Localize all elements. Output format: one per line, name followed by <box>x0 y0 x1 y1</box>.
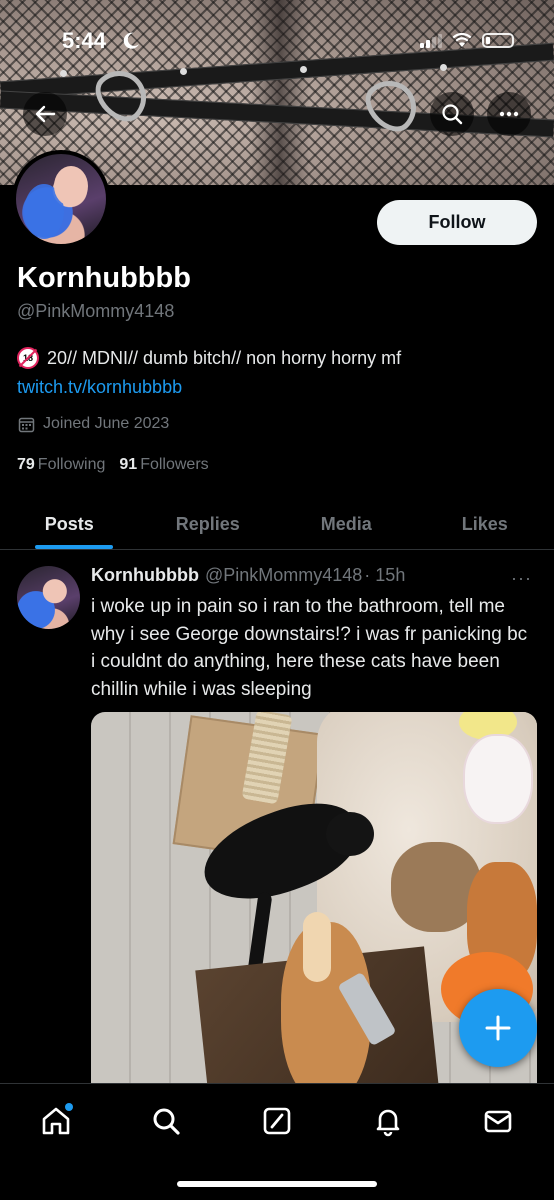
followers-link[interactable]: 91 Followers <box>119 456 208 474</box>
tab-posts[interactable]: Posts <box>0 500 139 549</box>
profile-handle: @PinkMommy4148 <box>17 301 175 321</box>
post-more-button[interactable]: ··· <box>511 568 532 589</box>
profile-avatar[interactable] <box>12 150 110 248</box>
post-author-handle[interactable]: @PinkMommy4148 <box>205 565 362 586</box>
search-icon <box>442 104 463 125</box>
more-icon <box>499 111 519 117</box>
calendar-icon <box>18 417 35 432</box>
profile-link[interactable]: twitch.tv/kornhubbbb <box>17 377 182 398</box>
following-count: 79 <box>17 456 35 473</box>
profile-display-name: Kornhubbbb <box>17 262 191 294</box>
profile-joined: Joined June 2023 <box>18 415 169 433</box>
more-button[interactable] <box>487 92 531 136</box>
moon-icon <box>123 32 139 49</box>
grok-icon <box>263 1107 291 1135</box>
following-label: Following <box>37 456 106 473</box>
notification-dot <box>65 1103 73 1111</box>
nav-notifications[interactable] <box>368 1101 408 1141</box>
wifi-icon <box>452 33 472 47</box>
search-icon <box>153 1108 180 1135</box>
nav-grok[interactable] <box>257 1101 297 1141</box>
profile-stats: 79 Following 91 Followers <box>17 456 209 474</box>
battery-icon <box>482 33 514 48</box>
bio-text: 20// MDNI// dumb bitch// non horny horny… <box>47 347 402 368</box>
post-author-name[interactable]: Kornhubbbb <box>91 565 199 586</box>
arrow-left-icon <box>35 105 56 123</box>
messages-icon <box>484 1110 512 1133</box>
joined-text: Joined June 2023 <box>43 415 170 432</box>
nav-home[interactable] <box>36 1101 76 1141</box>
plus-icon <box>485 1015 511 1041</box>
post-header: Kornhubbbb @PinkMommy4148 · 15h <box>91 565 405 586</box>
profile-tabs: Posts Replies Media Likes <box>0 500 554 550</box>
notifications-icon <box>376 1109 400 1137</box>
signal-icon <box>420 33 442 48</box>
post-text: i woke up in pain so i ran to the bathro… <box>91 596 528 700</box>
nav-messages[interactable] <box>478 1101 518 1141</box>
profile-bio: 18 20// MDNI// dumb bitch// non horny ho… <box>17 347 401 369</box>
tab-replies[interactable]: Replies <box>139 500 278 549</box>
tab-likes[interactable]: Likes <box>416 500 554 549</box>
back-button[interactable] <box>23 92 67 136</box>
follow-button[interactable]: Follow <box>377 200 537 245</box>
followers-label: Followers <box>140 456 209 473</box>
nav-search[interactable] <box>146 1101 186 1141</box>
tab-media[interactable]: Media <box>277 500 416 549</box>
compose-button[interactable] <box>459 989 537 1067</box>
status-indicators <box>420 33 514 48</box>
search-button[interactable] <box>430 92 474 136</box>
followers-count: 91 <box>119 456 138 473</box>
post-avatar[interactable] <box>17 566 80 629</box>
no-under-18-icon: 18 <box>17 347 39 369</box>
post-timestamp: · 15h <box>364 565 406 585</box>
home-indicator[interactable] <box>177 1181 377 1187</box>
following-link[interactable]: 79 Following <box>17 456 105 474</box>
status-time: 5:44 <box>62 28 107 53</box>
